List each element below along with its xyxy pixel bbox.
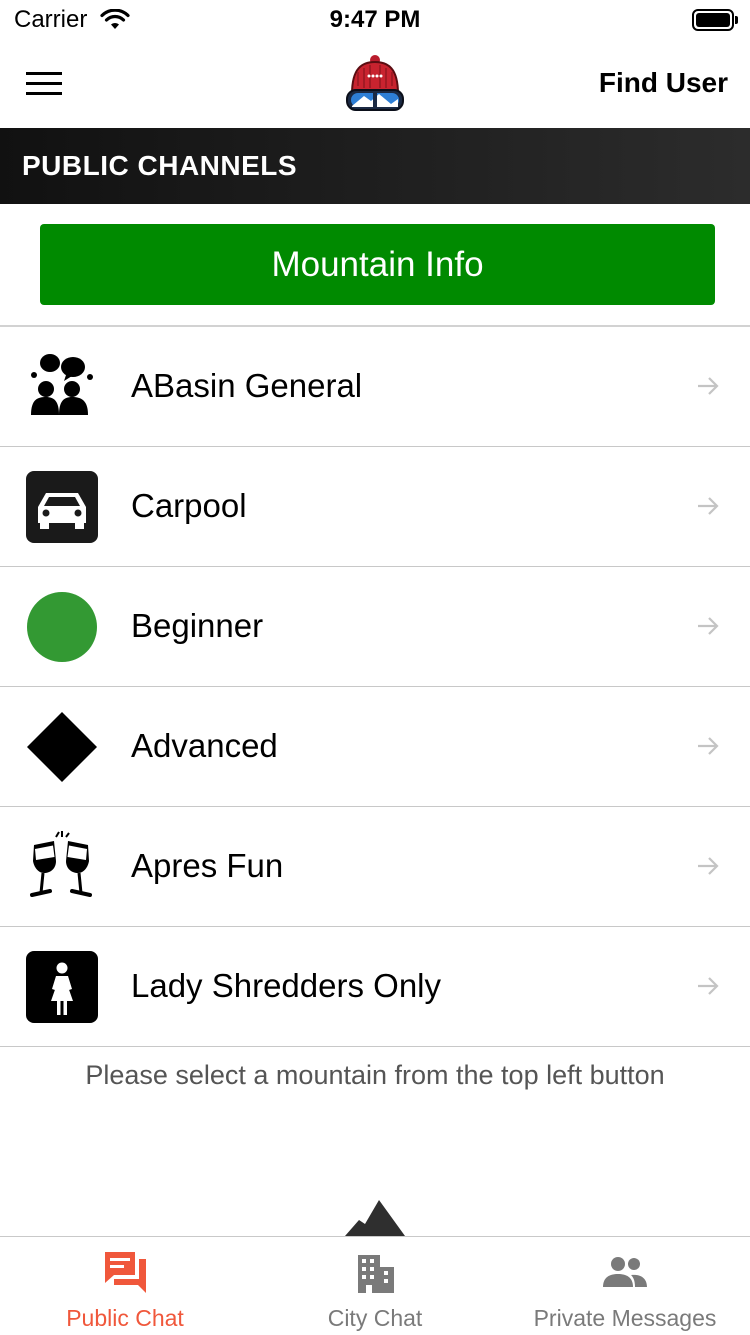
arrow-right-icon bbox=[698, 737, 719, 755]
channel-row-advanced[interactable]: Advanced bbox=[0, 687, 750, 807]
group-chat-icon bbox=[31, 354, 93, 415]
city-building-icon bbox=[358, 1255, 394, 1293]
channel-row-lady-shredders-only[interactable]: Lady Shredders Only bbox=[0, 927, 750, 1047]
section-header: PUBLIC CHANNELS bbox=[0, 128, 750, 204]
woman-icon bbox=[26, 951, 98, 1023]
arrow-right-icon bbox=[698, 857, 719, 875]
tab-bar: Public Chat City Chat Private Messages bbox=[0, 1236, 750, 1335]
select-mountain-hint: Please select a mountain from the top le… bbox=[85, 1060, 665, 1090]
tab-public-chat[interactable]: Public Chat bbox=[0, 1237, 250, 1335]
channel-label: Lady Shredders Only bbox=[131, 967, 442, 1004]
status-bar: Carrier 9:47 PM bbox=[0, 0, 750, 40]
channel-label: Beginner bbox=[131, 607, 264, 644]
nav-bar: Find User bbox=[0, 40, 750, 128]
arrow-right-icon bbox=[698, 377, 719, 395]
hamburger-menu-icon[interactable] bbox=[24, 70, 64, 98]
beanie-goggles-logo bbox=[346, 55, 404, 111]
channel-row-beginner[interactable]: Beginner bbox=[0, 567, 750, 687]
section-title: PUBLIC CHANNELS bbox=[22, 150, 298, 181]
tab-label: Private Messages bbox=[533, 1305, 717, 1331]
find-user-button[interactable]: Find User bbox=[599, 67, 728, 99]
channel-row-carpool[interactable]: Carpool bbox=[0, 447, 750, 567]
mountain-icon bbox=[345, 1200, 405, 1236]
channel-row-apres-fun[interactable]: Apres Fun bbox=[0, 807, 750, 927]
chat-bubbles-icon bbox=[105, 1252, 146, 1293]
people-icon bbox=[603, 1257, 647, 1287]
black-diamond-icon bbox=[27, 712, 97, 782]
tab-city-chat[interactable]: City Chat bbox=[250, 1237, 500, 1335]
car-icon bbox=[26, 471, 98, 543]
clock: 9:47 PM bbox=[329, 6, 421, 33]
channel-row-abasin-general[interactable]: ABasin General bbox=[0, 327, 750, 447]
wine-glasses-icon bbox=[30, 831, 92, 897]
tab-label: City Chat bbox=[327, 1305, 423, 1331]
battery-icon bbox=[692, 9, 738, 31]
channel-label: Apres Fun bbox=[131, 847, 284, 884]
channel-label: ABasin General bbox=[131, 367, 363, 404]
arrow-right-icon bbox=[698, 497, 719, 515]
arrow-right-icon bbox=[698, 977, 719, 995]
channel-label: Carpool bbox=[131, 487, 247, 524]
channel-label: Advanced bbox=[131, 727, 278, 764]
mountain-info-button[interactable]: Mountain Info bbox=[40, 224, 715, 305]
green-circle-icon bbox=[27, 592, 97, 662]
arrow-right-icon bbox=[698, 617, 719, 635]
tab-private-messages[interactable]: Private Messages bbox=[500, 1237, 750, 1335]
channel-list: ABasin General Carpool Beginner Advanced… bbox=[0, 327, 750, 1047]
tab-label: Public Chat bbox=[66, 1305, 184, 1331]
